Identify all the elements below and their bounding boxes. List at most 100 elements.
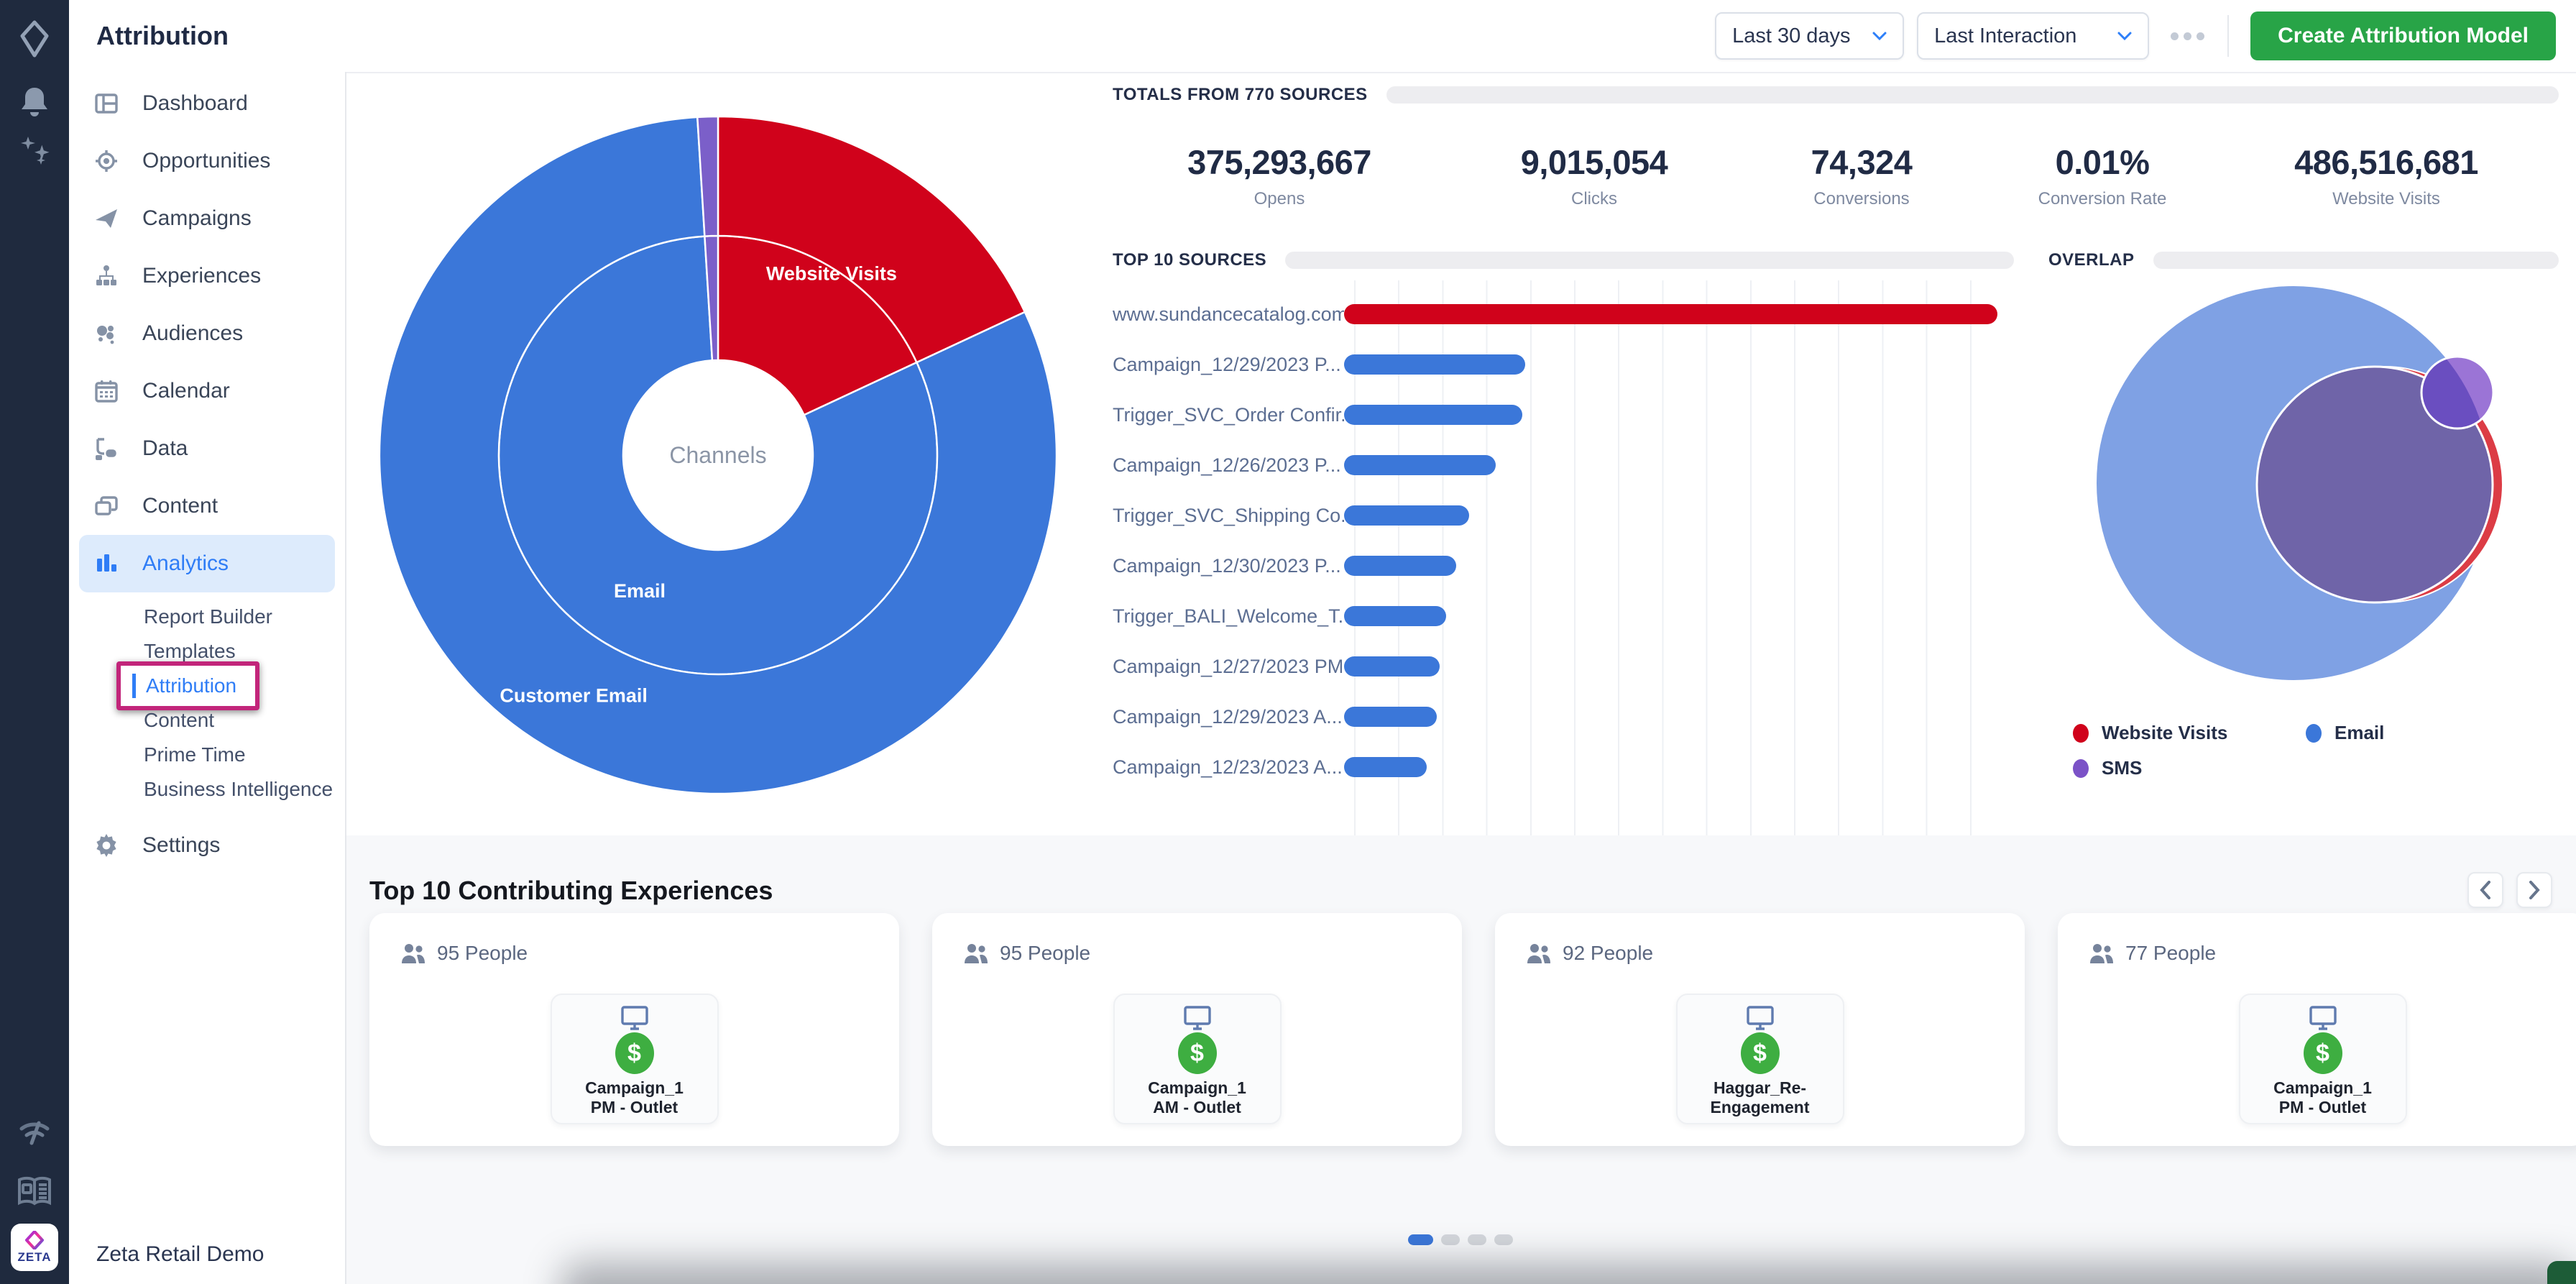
experience-card[interactable]: 95 People $Campaign_1 PM - Outlet <box>369 913 899 1146</box>
experiences-icon <box>93 264 119 288</box>
sidebar-item-dashboard[interactable]: Dashboard <box>69 75 345 132</box>
carousel-dot-2[interactable] <box>1441 1234 1460 1245</box>
carousel-dot-4[interactable] <box>1494 1234 1513 1245</box>
sidebar-subitem-attribution[interactable]: Attribution <box>69 669 345 703</box>
stat-website-visits: 486,516,681Website Visits <box>2294 142 2478 209</box>
active-indicator-bar <box>132 674 136 698</box>
experience-node-label: Haggar_Re- Engagement <box>1678 1078 1843 1117</box>
ai-sparkles-icon[interactable] <box>0 135 69 167</box>
source-row: Campaign_12/23/2023 A... <box>1113 742 2014 792</box>
source-bar[interactable] <box>1344 405 1522 425</box>
experience-node[interactable]: $Campaign_1 PM - Outlet <box>551 994 719 1124</box>
source-bar[interactable] <box>1344 656 1440 677</box>
source-label[interactable]: Campaign_12/27/2023 PM... <box>1113 656 1344 678</box>
source-bar[interactable] <box>1344 606 1446 626</box>
top-experiences-section: Top 10 Contributing Experiences 95 Peopl… <box>345 835 2576 1284</box>
experience-card[interactable]: 95 People$Campaign_1 AM - Outlet <box>932 913 1462 1146</box>
legend-item-email[interactable]: Email <box>2306 722 2539 744</box>
sidebar-item-experiences[interactable]: Experiences <box>69 247 345 305</box>
overlap-legend: Website Visits Email SMS <box>2073 722 2539 779</box>
carousel-next-button[interactable] <box>2516 872 2552 908</box>
source-bar[interactable] <box>1344 707 1437 727</box>
workspace-name[interactable]: Zeta Retail Demo <box>96 1242 264 1267</box>
experience-node[interactable]: $Campaign_1 PM - Outlet <box>2239 994 2407 1124</box>
people-count-row: 77 People <box>2089 942 2216 965</box>
calendar-icon <box>93 379 119 403</box>
source-label[interactable]: Campaign_12/29/2023 P... <box>1113 354 1344 376</box>
sidebar-item-data[interactable]: Data <box>69 420 345 477</box>
carousel-dot-1[interactable] <box>1408 1234 1433 1245</box>
sidebar-item-analytics[interactable]: Analytics <box>79 535 335 592</box>
source-row: www.sundancecatalog.com <box>1113 289 2014 339</box>
source-bar-track <box>1344 289 2004 339</box>
source-label[interactable]: Campaign_12/30/2023 P... <box>1113 555 1344 577</box>
channels-sunburst-chart[interactable]: Website VisitsEmailCustomer EmailChannel… <box>380 116 1057 794</box>
overlap-venn-diagram[interactable] <box>2084 275 2530 749</box>
source-label[interactable]: Trigger_SVC_Order Confir... <box>1113 404 1344 426</box>
legend-item-website-visits[interactable]: Website Visits <box>2073 722 2306 744</box>
source-bar[interactable] <box>1344 354 1525 375</box>
people-icon <box>2089 943 2114 964</box>
audiences-icon <box>93 321 119 346</box>
carousel-dot-3[interactable] <box>1468 1234 1486 1245</box>
sidebar-subitem-label: Attribution <box>146 674 236 697</box>
source-label[interactable]: Trigger_SVC_Shipping Co... <box>1113 505 1344 527</box>
sidebar-subitem-prime-time[interactable]: Prime Time <box>69 738 345 772</box>
source-label[interactable]: Campaign_12/23/2023 A... <box>1113 756 1344 779</box>
sidebar-item-label: Audiences <box>142 321 243 346</box>
source-label[interactable]: Campaign_12/29/2023 A... <box>1113 706 1344 728</box>
sidebar-item-campaigns[interactable]: Campaigns <box>69 190 345 247</box>
status-signal-icon[interactable] <box>0 1119 69 1147</box>
experience-node[interactable]: $Campaign_1 AM - Outlet <box>1113 994 1282 1124</box>
attribution-model-select[interactable]: Last Interaction <box>1917 12 2149 60</box>
source-label[interactable]: Trigger_BALI_Welcome_T... <box>1113 605 1344 628</box>
legend-item-sms[interactable]: SMS <box>2073 757 2306 779</box>
app-rail: ZETA <box>0 0 69 1284</box>
sidebar-item-calendar[interactable]: Calendar <box>69 362 345 420</box>
sidebar-subitem-report-builder[interactable]: Report Builder <box>69 600 345 634</box>
carousel-dots <box>1408 1234 1513 1245</box>
carousel-prev-button[interactable] <box>2467 872 2503 908</box>
zeta-workspace-tile[interactable]: ZETA <box>11 1224 58 1271</box>
legend-dot <box>2073 759 2089 778</box>
source-bar[interactable] <box>1344 556 1456 576</box>
sunburst-label: Website Visits <box>766 262 897 284</box>
sidebar-item-settings[interactable]: Settings <box>69 817 345 874</box>
source-bar[interactable] <box>1344 304 1997 324</box>
create-attribution-model-button[interactable]: Create Attribution Model <box>2250 12 2556 60</box>
overlap-header-bar <box>2153 252 2559 269</box>
glossary-book-icon[interactable] <box>0 1176 69 1206</box>
zeta-diamond-logo-icon[interactable] <box>0 20 69 58</box>
people-count: 95 People <box>437 942 528 965</box>
sidebar-subitem-label: Business Intelligence <box>144 778 333 801</box>
experience-node[interactable]: $Haggar_Re- Engagement <box>1676 994 1844 1124</box>
chevron-left-icon <box>2480 881 2491 899</box>
source-label[interactable]: Campaign_12/26/2023 P... <box>1113 454 1344 477</box>
sunburst-label: Email <box>614 580 666 602</box>
experience-card[interactable]: 77 People $Campaign_1 PM - Outlet <box>2058 913 2576 1146</box>
source-bar[interactable] <box>1344 505 1469 526</box>
sidebar-item-content[interactable]: Content <box>69 477 345 535</box>
dashboard-icon <box>93 91 119 116</box>
legend-label: Email <box>2334 722 2384 744</box>
source-bar[interactable] <box>1344 455 1496 475</box>
monitor-icon <box>1746 1005 1775 1031</box>
source-bar[interactable] <box>1344 757 1427 777</box>
sidebar-subitem-content[interactable]: Content <box>69 703 345 738</box>
sidebar-item-opportunities[interactable]: Opportunities <box>69 132 345 190</box>
stat-value: 375,293,667 <box>1187 142 1371 182</box>
sidebar-subitem-label: Templates <box>144 640 236 663</box>
stat-conversions: 74,324Conversions <box>1811 142 1913 209</box>
sidebar-subitem-business-intelligence[interactable]: Business Intelligence <box>69 772 345 807</box>
sidebar-item-audiences[interactable]: Audiences <box>69 305 345 362</box>
date-range-select[interactable]: Last 30 days <box>1715 12 1904 60</box>
monitor-icon <box>620 1005 649 1031</box>
notifications-bell-icon[interactable] <box>0 85 69 119</box>
revenue-dollar-icon: $ <box>1178 1032 1217 1074</box>
experience-card[interactable]: 92 People$Haggar_Re- Engagement <box>1495 913 2025 1146</box>
more-options-icon[interactable] <box>2171 32 2204 40</box>
zeta-logo-text: ZETA <box>17 1250 51 1265</box>
source-row: Trigger_BALI_Welcome_T... <box>1113 591 2014 641</box>
source-label[interactable]: www.sundancecatalog.com <box>1113 303 1344 326</box>
experiences-title: Top 10 Contributing Experiences <box>369 876 773 906</box>
